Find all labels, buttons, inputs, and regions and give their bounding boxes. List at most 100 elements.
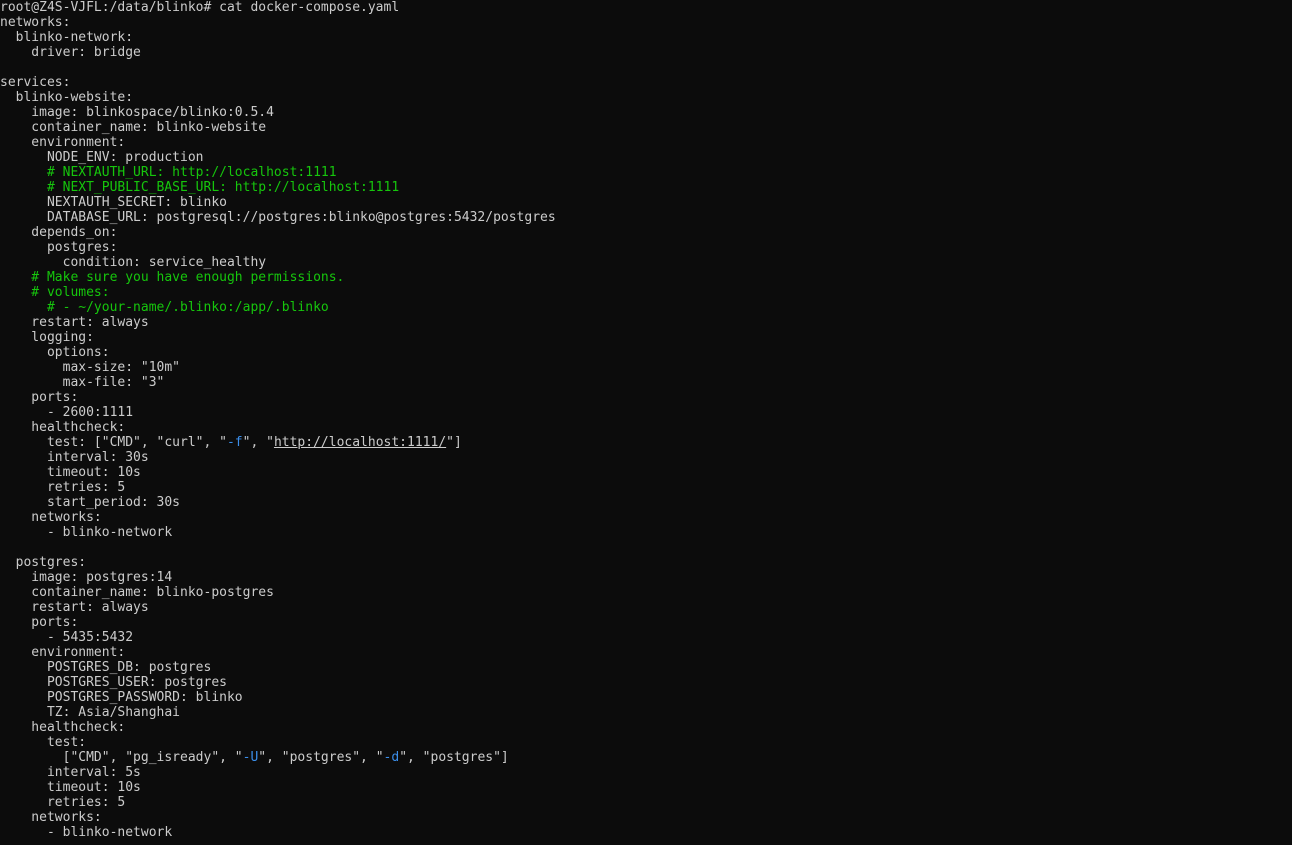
terminal-output-line: services:	[0, 75, 1292, 90]
terminal-output-line: image: blinkospace/blinko:0.5.4	[0, 105, 1292, 120]
terminal-output-line: ports:	[0, 390, 1292, 405]
text-segment: restart: always	[0, 315, 149, 330]
terminal-output-line: networks:	[0, 510, 1292, 525]
terminal-output-line: # volumes:	[0, 285, 1292, 300]
text-segment: image: blinkospace/blinko:0.5.4	[0, 105, 274, 120]
yaml-comment: # NEXTAUTH_URL: http://localhost:1111	[0, 165, 337, 180]
text-segment: postgres:	[0, 555, 87, 570]
terminal-output-line: networks:	[0, 810, 1292, 825]
text-segment: services:	[0, 75, 71, 90]
terminal-output-line: networks:	[0, 15, 1292, 30]
text-segment: timeout: 10s	[0, 465, 141, 480]
text-segment: POSTGRES_USER: postgres	[0, 675, 227, 690]
yaml-comment: # volumes:	[0, 285, 110, 300]
text-segment: blinko-website:	[0, 90, 134, 105]
terminal-output-line: - blinko-network	[0, 525, 1292, 540]
text-segment: networks:	[0, 510, 102, 525]
text-segment: depends_on:	[0, 225, 118, 240]
text-segment: TZ: Asia/Shanghai	[0, 705, 181, 720]
terminal-output-line: healthcheck:	[0, 720, 1292, 735]
terminal-output-line: healthcheck:	[0, 420, 1292, 435]
terminal-output-line: retries: 5	[0, 480, 1292, 495]
text-segment: test:	[0, 735, 87, 750]
text-segment: max-file: "3"	[0, 375, 165, 390]
terminal-output-line: postgres:	[0, 555, 1292, 570]
terminal-output-line: environment:	[0, 645, 1292, 660]
text-segment: logging:	[0, 330, 94, 345]
text-segment: ports:	[0, 615, 79, 630]
text-segment: condition: service_healthy	[0, 255, 267, 270]
terminal-output-line: # NEXT_PUBLIC_BASE_URL: http://localhost…	[0, 180, 1292, 195]
text-segment: - blinko-network	[0, 525, 173, 540]
terminal-output-line: interval: 30s	[0, 450, 1292, 465]
terminal-output-line: - blinko-network	[0, 825, 1292, 840]
text-segment: ", "postgres"]	[399, 750, 509, 765]
text-segment: restart: always	[0, 600, 149, 615]
text-segment: DATABASE_URL: postgresql://postgres:blin…	[0, 210, 556, 225]
terminal-output-line: options:	[0, 345, 1292, 360]
text-segment: root@Z4S-VJFL:/data/blinko# cat docker-c…	[0, 0, 400, 15]
terminal-output-line: test:	[0, 735, 1292, 750]
terminal-output-line: POSTGRES_DB: postgres	[0, 660, 1292, 675]
terminal-output-line: NEXTAUTH_SECRET: blinko	[0, 195, 1292, 210]
text-segment: interval: 30s	[0, 450, 149, 465]
command-flag: -f	[226, 435, 243, 450]
terminal-output-line: ports:	[0, 615, 1292, 630]
terminal-output-line: TZ: Asia/Shanghai	[0, 705, 1292, 720]
terminal-output-line: image: postgres:14	[0, 570, 1292, 585]
text-segment: NEXTAUTH_SECRET: blinko	[0, 195, 227, 210]
text-segment: networks:	[0, 15, 71, 30]
text-segment: start_period: 30s	[0, 495, 181, 510]
text-segment: healthcheck:	[0, 420, 126, 435]
text-segment: options:	[0, 345, 110, 360]
terminal-output-line: depends_on:	[0, 225, 1292, 240]
terminal-output-line: postgres:	[0, 240, 1292, 255]
terminal-output-line: blinko-network:	[0, 30, 1292, 45]
text-segment: blinko-network:	[0, 30, 134, 45]
terminal-output-line: DATABASE_URL: postgresql://postgres:blin…	[0, 210, 1292, 225]
terminal-output-line: - 5435:5432	[0, 630, 1292, 645]
text-segment: retries: 5	[0, 795, 126, 810]
command-flag: -U	[242, 750, 259, 765]
terminal-output-line: - 2600:1111	[0, 405, 1292, 420]
terminal-window[interactable]: root@Z4S-VJFL:/data/blinko# cat docker-c…	[0, 0, 1292, 845]
text-segment: interval: 5s	[0, 765, 141, 780]
text-segment: ports:	[0, 390, 79, 405]
text-segment: - 2600:1111	[0, 405, 134, 420]
yaml-comment: # - ~/your-name/.blinko:/app/.blinko	[0, 300, 329, 315]
yaml-comment: # NEXT_PUBLIC_BASE_URL: http://localhost…	[0, 180, 400, 195]
terminal-output-line: ["CMD", "pg_isready", "-U", "postgres", …	[0, 750, 1292, 765]
terminal-output-line: environment:	[0, 135, 1292, 150]
text-segment: driver: bridge	[0, 45, 141, 60]
command-flag: -d	[383, 750, 400, 765]
text-segment: POSTGRES_PASSWORD: blinko	[0, 690, 243, 705]
text-segment: environment:	[0, 645, 126, 660]
text-segment: ", "	[242, 435, 274, 450]
text-segment: container_name: blinko-postgres	[0, 585, 274, 600]
terminal-output-line: NODE_ENV: production	[0, 150, 1292, 165]
yaml-comment: # Make sure you have enough permissions.	[0, 270, 345, 285]
terminal-output-line: restart: always	[0, 600, 1292, 615]
terminal-output-line: # NEXTAUTH_URL: http://localhost:1111	[0, 165, 1292, 180]
text-segment: - 5435:5432	[0, 630, 134, 645]
terminal-output-line: condition: service_healthy	[0, 255, 1292, 270]
text-segment: max-size: "10m"	[0, 360, 181, 375]
url-link[interactable]: http://localhost:1111/	[274, 435, 446, 450]
text-segment: test: ["CMD", "curl", "	[0, 435, 227, 450]
terminal-output-line: # - ~/your-name/.blinko:/app/.blinko	[0, 300, 1292, 315]
text-segment: image: postgres:14	[0, 570, 173, 585]
terminal-output-line: max-file: "3"	[0, 375, 1292, 390]
text-segment: retries: 5	[0, 480, 126, 495]
text-segment: environment:	[0, 135, 126, 150]
terminal-output-line: container_name: blinko-website	[0, 120, 1292, 135]
text-segment: container_name: blinko-website	[0, 120, 267, 135]
terminal-output-line: test: ["CMD", "curl", "-f", "http://loca…	[0, 435, 1292, 450]
text-segment: ["CMD", "pg_isready", "	[0, 750, 243, 765]
terminal-output-line: timeout: 10s	[0, 780, 1292, 795]
command-prompt-line: root@Z4S-VJFL:/data/blinko# cat docker-c…	[0, 0, 1292, 15]
terminal-output-line: blinko-website:	[0, 90, 1292, 105]
text-segment: "]	[446, 435, 462, 450]
text-segment: healthcheck:	[0, 720, 126, 735]
text-segment: ", "postgres", "	[258, 750, 384, 765]
